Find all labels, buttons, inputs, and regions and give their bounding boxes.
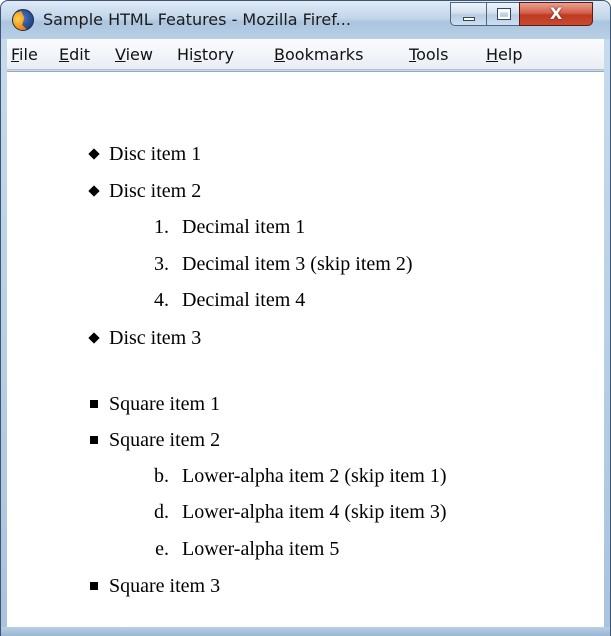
maximize-icon — [497, 8, 511, 20]
list-item: Lower-alpha item 2 (skip item 1) — [182, 465, 447, 487]
list-marker: 1. — [154, 216, 169, 238]
menu-tools[interactable]: Tools — [409, 45, 448, 64]
list-marker: 4. — [154, 289, 169, 311]
minimize-icon — [463, 17, 475, 21]
menu-file[interactable]: File — [11, 45, 38, 64]
menu-bookmarks[interactable]: Bookmarks — [274, 45, 363, 64]
list-item: Square item 2 — [109, 429, 221, 451]
window-title: Sample HTML Features - Mozilla Firef... — [43, 10, 351, 29]
menu-help[interactable]: Help — [486, 45, 522, 64]
list-item: Lower-alpha item 5 — [182, 538, 340, 560]
maximize-button[interactable] — [486, 2, 520, 26]
square-bullet-icon — [90, 582, 98, 590]
close-icon: X — [549, 4, 563, 23]
list-item: Disc item 2 — [109, 180, 202, 202]
list-marker: d. — [154, 501, 169, 523]
page-content: Disc item 1 Disc item 2 1. Decimal item … — [7, 71, 604, 627]
list-item: Disc item 1 — [109, 143, 202, 165]
list-item: Lower-alpha item 4 (skip item 3) — [182, 501, 447, 523]
list-marker: e. — [155, 538, 169, 560]
list-marker: b. — [154, 465, 169, 487]
title-bar[interactable]: Sample HTML Features - Mozilla Firef... … — [1, 1, 610, 39]
disc-bullet-icon — [88, 148, 100, 160]
list-item: Decimal item 4 — [182, 289, 306, 311]
square-bullet-icon — [90, 400, 98, 408]
menu-bar: File Edit View History Bookmarks Tools H… — [7, 39, 604, 70]
list-item: Decimal item 3 (skip item 2) — [182, 253, 413, 275]
close-button[interactable]: X — [519, 2, 593, 26]
disc-bullet-icon — [88, 185, 100, 197]
list-item: Decimal item 1 — [182, 216, 306, 238]
list-item: Square item 3 — [109, 575, 221, 597]
list-marker: 3. — [154, 253, 169, 275]
menu-view[interactable]: View — [115, 45, 153, 64]
menu-history[interactable]: History — [177, 45, 234, 64]
window-bottom-border — [1, 627, 610, 636]
square-bullet-icon — [90, 436, 98, 444]
firefox-icon[interactable] — [12, 9, 34, 31]
browser-window: Sample HTML Features - Mozilla Firef... … — [0, 0, 611, 636]
minimize-button[interactable] — [450, 2, 487, 26]
list-item: Square item 1 — [109, 393, 221, 415]
disc-bullet-icon — [88, 332, 100, 344]
menu-edit[interactable]: Edit — [59, 45, 90, 64]
list-item: Disc item 3 — [109, 327, 202, 349]
